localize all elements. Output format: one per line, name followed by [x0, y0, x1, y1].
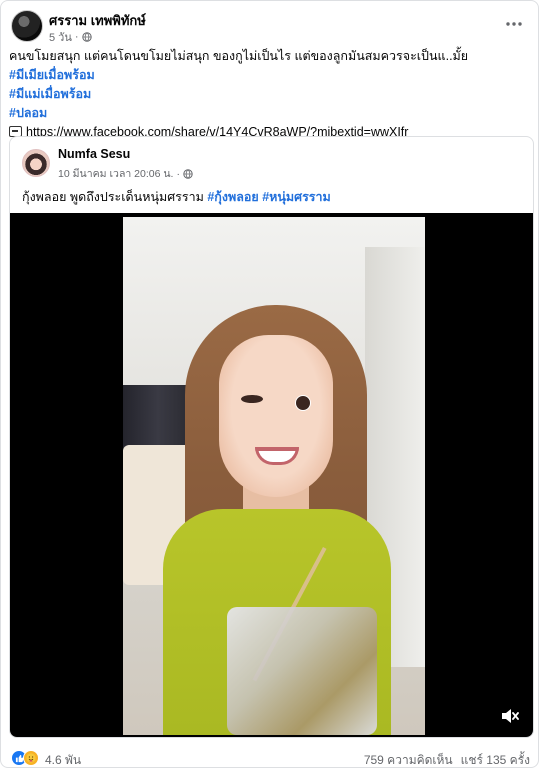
- comments-count[interactable]: 759 ความคิดเห็น: [364, 751, 453, 768]
- hashtag-link[interactable]: #มีแม่เมื่อพร้อม: [9, 87, 91, 101]
- post-body: คนขโมยสนุก แต่คนโดนขโมยไม่สนุก ของกูไม่เ…: [9, 47, 532, 142]
- author-avatar[interactable]: [11, 10, 43, 42]
- hashtag-link[interactable]: #มีเมียเมื่อพร้อม: [9, 68, 95, 82]
- shared-post[interactable]: Numfa Sesu 10 มีนาคม เวลา 20:06 น. · กุ้…: [9, 136, 534, 738]
- post-time[interactable]: 5 วัน: [49, 28, 72, 46]
- plastic-bag: [227, 607, 377, 735]
- globe-icon: [81, 32, 92, 42]
- post-text: คนขโมยสนุก แต่คนโดนขโมยไม่สนุก ของกูไม่เ…: [9, 49, 469, 63]
- speaker-muted-icon[interactable]: [499, 705, 521, 727]
- shared-meta: 10 มีนาคม เวลา 20:06 น. ·: [58, 165, 193, 182]
- shares-count[interactable]: แชร์ 135 ครั้ง: [461, 751, 530, 768]
- reaction-count[interactable]: 4.6 พัน: [45, 751, 81, 768]
- post-footer: 4.6 พัน 759 ความคิดเห็น แชร์ 135 ครั้ง: [9, 748, 532, 768]
- post-meta: 5 วัน ·: [49, 28, 92, 46]
- reaction-icons[interactable]: [11, 750, 39, 766]
- engagement-stats: 759 ความคิดเห็น แชร์ 135 ครั้ง: [364, 751, 530, 768]
- hashtag-link[interactable]: #กุ้งพลอย: [207, 190, 258, 204]
- hashtag-link[interactable]: #หนุ่มศรราม: [262, 190, 331, 204]
- care-icon: [23, 750, 39, 766]
- globe-icon: [183, 168, 193, 179]
- shared-text: กุ้งพลอย พูดถึงประเด็นหนุ่มศรราม #กุ้งพล…: [22, 187, 331, 207]
- video-player[interactable]: [10, 213, 533, 737]
- person-face: [219, 335, 333, 497]
- shared-time[interactable]: 10 มีนาคม เวลา 20:06 น.: [58, 165, 173, 182]
- post-header: ศรราม เทพพิทักษ์ 5 วัน ·: [9, 8, 532, 44]
- shared-caption: กุ้งพลอย พูดถึงประเด็นหนุ่มศรราม: [22, 190, 204, 204]
- hashtag-link[interactable]: #ปลอม: [9, 106, 47, 120]
- shared-author-name[interactable]: Numfa Sesu: [58, 147, 130, 161]
- more-horizontal-icon[interactable]: [502, 12, 526, 36]
- video-frame: [123, 217, 425, 735]
- shared-author-avatar[interactable]: [22, 149, 50, 177]
- post-card: ศรราม เทพพิทักษ์ 5 วัน · คนขโมยสนุก แต่ค…: [0, 0, 539, 768]
